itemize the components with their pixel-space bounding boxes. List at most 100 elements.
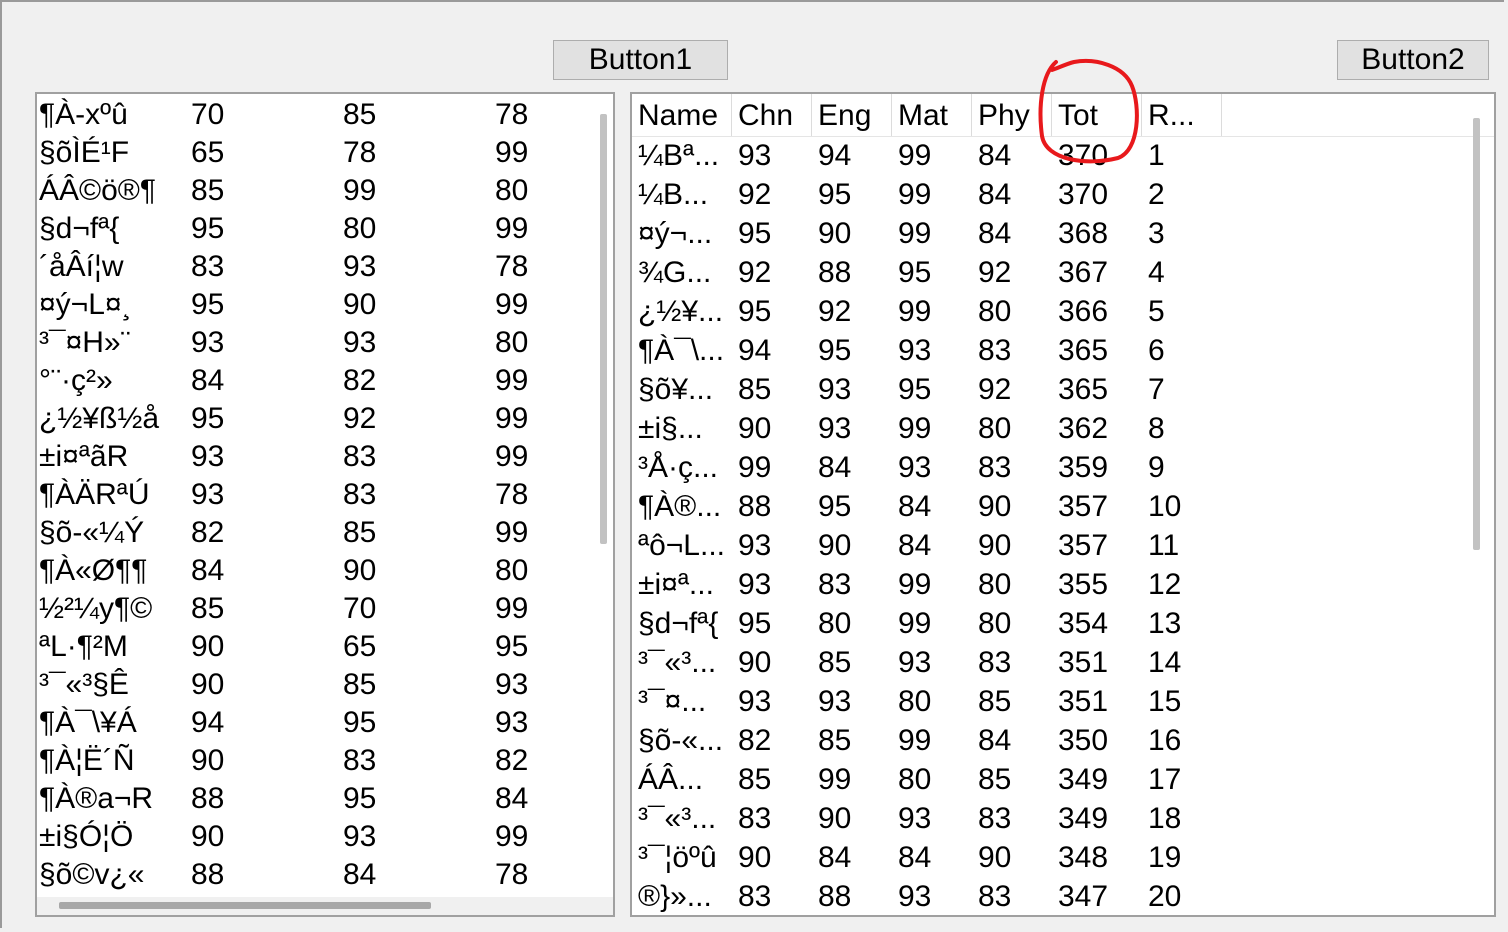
cell-name: §d¬fª{ [638, 607, 719, 640]
column-header-tot[interactable]: Tot [1052, 94, 1142, 136]
cell-name: ³¯«³... [638, 802, 717, 835]
left-item-score: 90 [343, 288, 377, 321]
table-row[interactable]: ³¯¦öºû 90 84 84 90 348 19 [632, 838, 1472, 877]
cell-name: ³¯¦öºû [638, 841, 717, 874]
cell-chn: 95 [738, 295, 772, 328]
left-list-item[interactable]: ´åÂí¦w 83 93 78 [37, 248, 597, 286]
column-header-mat[interactable]: Mat [892, 94, 972, 136]
left-item-score: 80 [495, 554, 529, 587]
left-list-item[interactable]: ³¯¤H»¨ 93 93 80 [37, 324, 597, 362]
left-item-score: 99 [495, 212, 529, 245]
table-row[interactable]: §õ-«... 82 85 99 84 350 16 [632, 721, 1472, 760]
left-item-score: 85 [343, 668, 377, 701]
table-row[interactable]: ³¯«³... 83 90 93 83 349 18 [632, 799, 1472, 838]
left-item-name: ¶À-xºû [39, 98, 128, 131]
table-row[interactable]: ³¯¤... 93 93 80 85 351 15 [632, 682, 1472, 721]
cell-tot: 366 [1058, 295, 1109, 328]
left-list-item[interactable]: ¶À«Ø¶¶ 84 90 80 [37, 552, 597, 590]
cell-tot: 359 [1058, 451, 1109, 484]
table-row[interactable]: ¾G... 92 88 95 92 367 4 [632, 253, 1472, 292]
cell-chn: 95 [738, 217, 772, 250]
cell-tot: 370 [1058, 139, 1109, 172]
table-row[interactable]: ¿½¥... 95 92 99 80 366 5 [632, 292, 1472, 331]
cell-phy: 83 [978, 451, 1012, 484]
left-list-item[interactable]: §d¬fª{95 80 99 [37, 210, 597, 248]
left-list-item[interactable]: ½²¼y¶© 85 70 99 [37, 590, 597, 628]
left-list-item[interactable]: °¨·ç²» 84 82 99 [37, 362, 597, 400]
table-row[interactable]: ¤ý¬... 95 90 99 84 368 3 [632, 214, 1472, 253]
left-list-item[interactable]: §õ©v¿« 88 84 78 [37, 856, 597, 894]
column-header-chn[interactable]: Chn [732, 94, 812, 136]
left-list-item[interactable]: ¶ÀÄRªÚ 93 83 78 [37, 476, 597, 514]
left-list-item[interactable]: §õ-«¼Ý 82 85 99 [37, 514, 597, 552]
left-listbox[interactable]: ¶À-xºû 70 85 78 §õÌÉ¹F 65 78 99 ÁÂ©ö®¶ 85 99 80 §d¬f… [35, 92, 615, 917]
cell-rank: 10 [1148, 490, 1182, 523]
cell-tot: 362 [1058, 412, 1109, 445]
cell-tot: 348 [1058, 841, 1109, 874]
cell-tot: 367 [1058, 256, 1109, 289]
left-item-score: 78 [495, 98, 529, 131]
cell-name: §õ-«... [638, 724, 724, 757]
cell-eng: 90 [818, 529, 852, 562]
left-list-item[interactable]: ÁÂ©ö®¶ 85 99 80 [37, 172, 597, 210]
table-row[interactable]: ±i¤ª... 93 83 99 80 355 12 [632, 565, 1472, 604]
left-list-item[interactable]: ¶À®a¬R 88 95 84 [37, 780, 597, 818]
cell-mat: 84 [898, 490, 932, 523]
button1[interactable]: Button1 [553, 40, 728, 80]
right-vertical-scrollbar[interactable] [1473, 118, 1480, 550]
cell-mat: 84 [898, 529, 932, 562]
table-row[interactable]: §d¬fª{95 80 99 80 354 13 [632, 604, 1472, 643]
cell-chn: 90 [738, 841, 772, 874]
left-vertical-scrollbar[interactable] [600, 114, 607, 544]
left-list-item[interactable]: ³¯«³§Ê 90 85 93 [37, 666, 597, 704]
table-row[interactable]: ±i§... 90 93 99 80 362 8 [632, 409, 1472, 448]
left-item-score: 88 [191, 858, 225, 891]
table-row[interactable]: ÁÂ... 85 99 80 85 349 17 [632, 760, 1472, 799]
column-header-r[interactable]: R... [1142, 94, 1222, 136]
left-list-item[interactable]: ±i§Ó¦Ö 90 93 99 [37, 818, 597, 856]
left-horizontal-scrollbar[interactable] [59, 902, 431, 909]
cell-chn: 85 [738, 763, 772, 796]
left-item-score: 92 [343, 402, 377, 435]
table-row[interactable]: ¼Bª... 93 94 99 84 370 1 [632, 136, 1472, 175]
left-list-item[interactable]: ¶À¯\¥Á 94 95 93 [37, 704, 597, 742]
left-list-item[interactable]: ¤ý¬L¤¸ 95 90 99 [37, 286, 597, 324]
cell-chn: 90 [738, 646, 772, 679]
left-list-item[interactable]: ªL·¶²M 90 65 95 [37, 628, 597, 666]
table-row[interactable]: ¶À¯\... 94 95 93 83 365 6 [632, 331, 1472, 370]
left-item-score: 93 [495, 668, 529, 701]
table-row[interactable]: ¼B... 92 95 99 84 370 2 [632, 175, 1472, 214]
cell-name: ³¯¤... [638, 685, 707, 718]
table-row[interactable]: ®}»... 83 88 93 83 347 20 [632, 877, 1472, 915]
table-row[interactable]: §õ¥... 85 93 95 92 365 7 [632, 370, 1472, 409]
cell-mat: 95 [898, 256, 932, 289]
cell-rank: 5 [1148, 295, 1165, 328]
cell-rank: 1 [1148, 139, 1165, 172]
column-header-name[interactable]: Name [632, 94, 732, 136]
left-list-item[interactable]: §õÌÉ¹F 65 78 99 [37, 134, 597, 172]
left-list-item[interactable]: ¶À¦Ë´Ñ 90 83 82 [37, 742, 597, 780]
cell-chn: 85 [738, 373, 772, 406]
column-header-eng[interactable]: Eng [812, 94, 892, 136]
table-row[interactable]: ªô¬L... 93 90 84 90 357 11 [632, 526, 1472, 565]
cell-tot: 355 [1058, 568, 1109, 601]
cell-eng: 88 [818, 880, 852, 913]
table-row[interactable]: ³¯«³... 90 85 93 83 351 14 [632, 643, 1472, 682]
column-header-phy[interactable]: Phy [972, 94, 1052, 136]
cell-name: ¼B... [638, 178, 709, 211]
table-row[interactable]: ³Å·ç... 99 84 93 83 359 9 [632, 448, 1472, 487]
left-item-name: ¤ý¬L¤¸ [39, 288, 132, 321]
left-list-item[interactable]: ±i¤ªãR 93 83 99 [37, 438, 597, 476]
right-listview[interactable]: Name Chn Eng Mat Phy Tot R... ¼Bª... 93 94 99 84 37… [630, 92, 1496, 917]
left-list-item[interactable]: ¿½¥ß½å 95 92 99 [37, 400, 597, 438]
cell-chn: 99 [738, 451, 772, 484]
cell-phy: 83 [978, 802, 1012, 835]
table-row[interactable]: ¶À®... 88 95 84 90 357 10 [632, 487, 1472, 526]
left-item-score: 99 [495, 364, 529, 397]
button2[interactable]: Button2 [1337, 40, 1489, 80]
left-item-score: 90 [343, 554, 377, 587]
left-item-score: 78 [343, 136, 377, 169]
cell-chn: 83 [738, 880, 772, 913]
left-list-item[interactable]: ¶À-xºû 70 85 78 [37, 96, 597, 134]
cell-phy: 84 [978, 724, 1012, 757]
